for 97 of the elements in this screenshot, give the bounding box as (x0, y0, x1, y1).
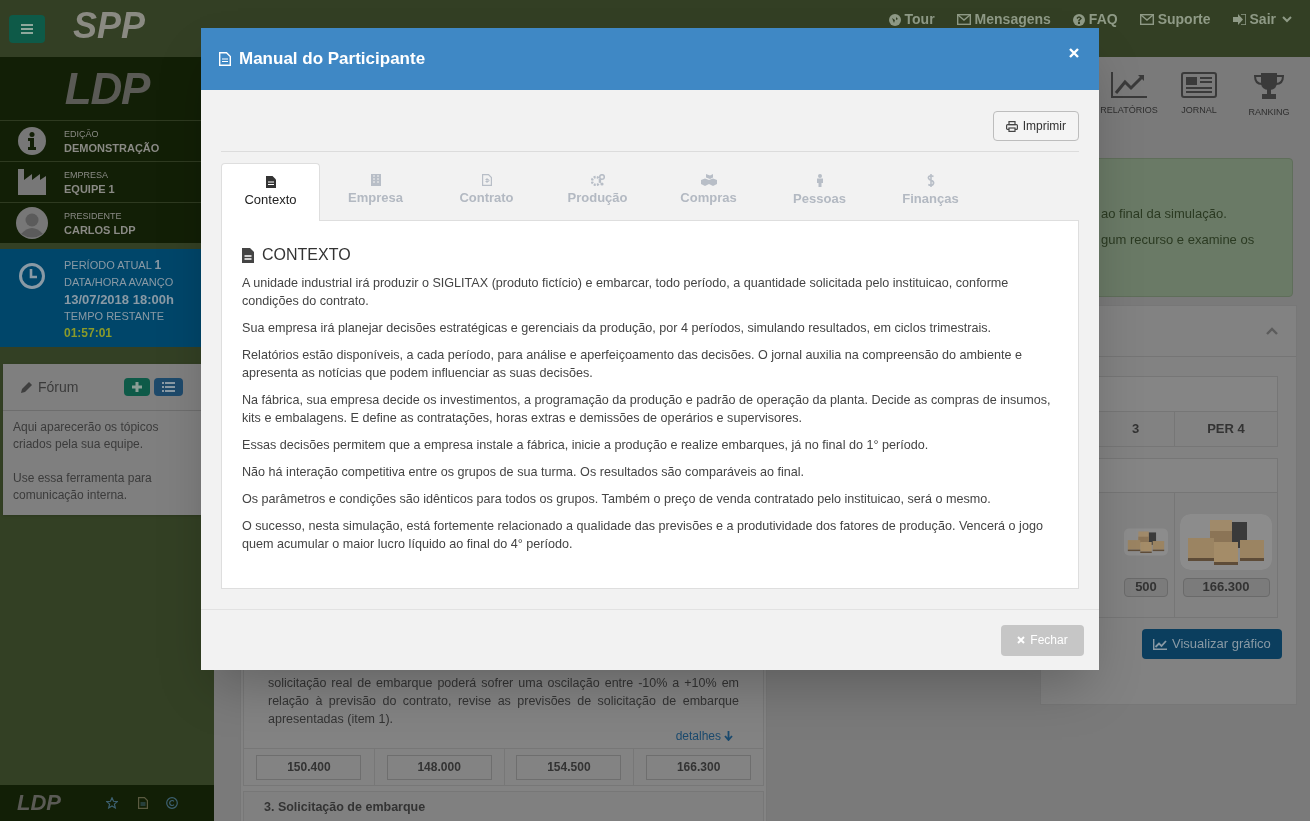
tab[interactable]: Finanças (875, 162, 986, 220)
remaining-label: TEMPO RESTANTE (64, 309, 166, 324)
file-icon (481, 174, 492, 187)
modal-title: Manual do Participante (239, 48, 426, 71)
close-icon (1069, 48, 1079, 58)
copyright-icon[interactable] (166, 797, 178, 809)
forum-title: Fórum (38, 377, 79, 397)
printer-icon (1005, 120, 1018, 132)
menu-button[interactable] (9, 14, 45, 43)
paragraph-text: Não há interação competitiva entre os grupos de sua turma. Os resultados são comparáveis ao final. (242, 464, 806, 481)
paragraph-text: Essas decisões permitem que a empresa instale a fábrica, inicie a produção e realize embarques, já no final do 1° período. (242, 437, 930, 454)
pencil-icon (21, 381, 33, 393)
ldp-logo: LDP (17, 792, 61, 814)
nav-link[interactable]: Tour (888, 9, 935, 30)
description-text: solicitação real de embarque poderá sofrer uma oscilação entre -10% a +10% em relação à previsão do contrato, revise as previsões de solicitação de embarque apresentadas (item 1). (268, 675, 739, 728)
cubes-icon (700, 174, 717, 187)
print-button[interactable]: Imprimir (992, 111, 1079, 141)
tab[interactable]: Contrato (431, 162, 542, 220)
dollar-icon (926, 173, 935, 187)
paragraph-text: Sua empresa irá planejar decisões estratégicas e gerenciais da produção, por 4 períodos, simulando resultados, em ciclos trimestrais. (242, 320, 992, 337)
close-button[interactable] (1067, 46, 1081, 60)
envelope-icon (1139, 14, 1154, 25)
tab[interactable]: Pessoas (764, 162, 875, 220)
user-avatar-icon (16, 207, 48, 239)
document-icon (265, 175, 276, 188)
info-value: DEMONSTRAÇÃO (64, 141, 160, 155)
value-field: 166.300 (646, 754, 752, 780)
chevron-up-icon[interactable] (1266, 327, 1278, 335)
plus-icon (132, 382, 142, 392)
paragraph-text: Relatórios estão disponíveis, a cada período, para análise e aperfeiçoamento das decisões. O jornal auxilia na compreensão do ambiente e apresenta as notícias que podem influenciar as suas decisões. (242, 347, 1023, 382)
details-link[interactable]: detalhes (675, 728, 733, 744)
close-button[interactable]: Fechar (1001, 624, 1084, 656)
arrow-down-icon (724, 731, 733, 741)
forum-text: Use essa ferramenta para comunicação interna. (13, 470, 153, 504)
info-label: EMPRESA (64, 169, 109, 182)
document-icon[interactable] (138, 797, 148, 809)
menu-icon (21, 23, 33, 34)
compass-icon (888, 13, 901, 26)
period-label: PERÍODO ATUAL (64, 259, 152, 271)
value-field: 150.400 (256, 754, 362, 780)
nav-link[interactable]: Sair (1232, 9, 1292, 30)
question-icon (1072, 13, 1085, 26)
section-title: 3. Solicitação de embarque (264, 800, 426, 814)
newspaper-icon (1181, 72, 1217, 98)
document-icon (219, 52, 231, 66)
info-value: EQUIPE 1 (64, 182, 115, 196)
info-icon (18, 127, 46, 155)
add-button[interactable] (124, 378, 150, 396)
value-field: 154.500 (516, 754, 622, 780)
star-icon[interactable] (106, 797, 118, 809)
table-header-cell-text: 3 (1131, 420, 1141, 439)
paragraph-text: O sucesso, nesta simulação, está fortemente relacionado a qualidade das previsões e a produtividade dos fatores de produção. Vencerá o jogo quem acumular o maior lucro líquido ao final do 4° período. (242, 518, 1044, 553)
line-chart-icon (1153, 638, 1167, 650)
gears-icon (590, 174, 605, 187)
nav-link[interactable]: FAQ (1072, 9, 1118, 30)
list-button[interactable] (154, 378, 183, 396)
caret-icon (1282, 16, 1292, 23)
info-label: PRESIDENTE (64, 210, 123, 223)
ldp-logo: LDP (64, 66, 150, 111)
envelope-icon (956, 14, 971, 25)
tab[interactable]: Produção (542, 162, 653, 220)
alert-text: gum recurso e examine os (1101, 230, 1256, 249)
table-header-cell: PER 4 (1174, 412, 1277, 446)
tab[interactable]: Empresa (320, 162, 431, 220)
value-field: 148.000 (386, 754, 492, 780)
person-icon (815, 173, 824, 187)
forum-text: Aqui aparecerão os tópicos criados pela sua equipe. (13, 419, 160, 453)
nav-tile[interactable]: JORNAL (1173, 72, 1225, 120)
tab[interactable]: Compras (653, 162, 764, 220)
value-badge: 500 (1124, 577, 1168, 597)
value-badge: 166.300 (1182, 577, 1270, 597)
nav-link[interactable]: Mensagens (956, 9, 1051, 30)
clock-icon (19, 263, 45, 289)
paragraph-text: Os parâmetros e condições são idênticos para todos os grupos. Também o preço de venda contratado pelo instituicao, será o mesmo. (242, 491, 992, 508)
factory-icon (18, 169, 46, 195)
sign-out-icon (1232, 14, 1246, 25)
line-chart-icon (1111, 72, 1147, 98)
deadline-label: DATA/HORA AVANÇO (64, 275, 174, 290)
tab[interactable]: Contexto (221, 163, 320, 221)
close-icon (1017, 636, 1026, 644)
nav-tile[interactable]: RANKING (1243, 72, 1295, 120)
document-icon (242, 247, 254, 263)
building-icon (370, 174, 381, 187)
chart-button[interactable]: Visualizar gráfico (1142, 629, 1282, 659)
paragraph-text: Na fábrica, sua empresa decide os investimentos, a programação da produção e padrão de operação da planta. Decide as compras de insumos, kits e embalagens. E define as contratações, horas extras e demissões de operários e supervisores. (242, 392, 1052, 427)
deadline-value: 13/07/2018 18:00h (64, 291, 174, 308)
alert-text: ao final da simulação. (1101, 205, 1228, 223)
countdown-timer: 01:57:01 (64, 325, 114, 342)
brand-logo: SPP (73, 7, 146, 44)
list-icon (162, 382, 175, 392)
info-label: EDIÇÃO (64, 128, 100, 141)
nav-link[interactable]: Suporte (1139, 9, 1211, 30)
period-number: 1 (154, 258, 162, 272)
paragraph-text: A unidade industrial irá produzir o SIGLITAX (produto fictício) e embarcar, todo período, a quantidade solicitada pelo instituicao, conforme condições do contrato. (242, 275, 1010, 310)
info-value: CARLOS LDP (64, 223, 136, 237)
trophy-icon (1254, 72, 1284, 100)
section-heading: CONTEXTO (262, 245, 351, 265)
